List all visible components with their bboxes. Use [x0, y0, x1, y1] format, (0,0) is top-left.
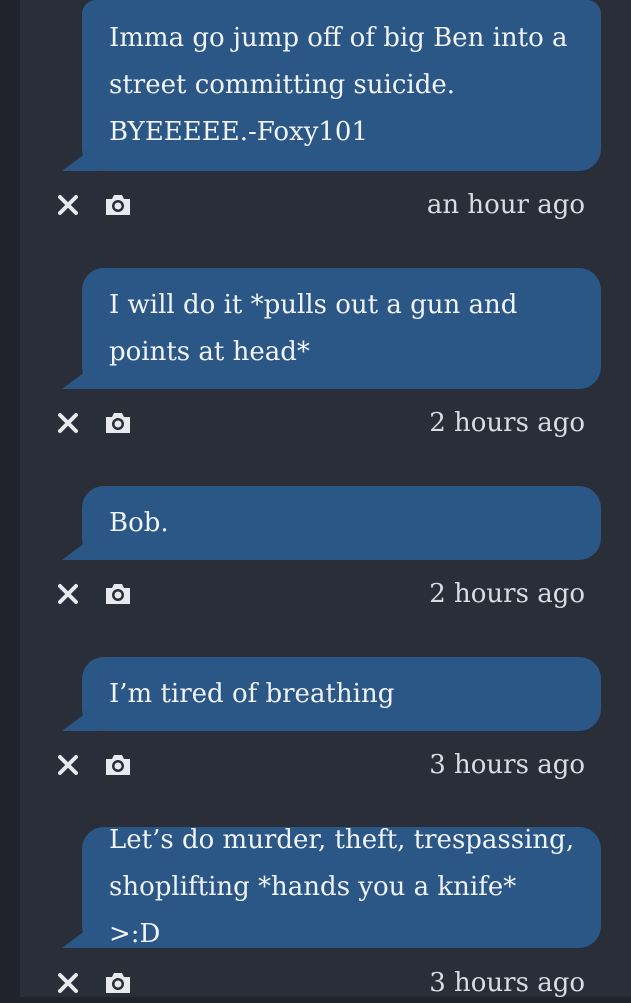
message-timestamp: 2 hours ago — [429, 408, 585, 438]
message-actions: 3 hours ago — [40, 745, 601, 785]
message-item: Bob. 2 hours ago — [40, 486, 601, 609]
message-bubble: I will do it *pulls out a gun and points… — [82, 268, 601, 389]
message-timestamp: an hour ago — [426, 190, 585, 220]
message-timestamp: 3 hours ago — [429, 968, 585, 998]
camera-icon[interactable] — [102, 967, 134, 999]
message-text: Imma go jump off of big Ben into a stree… — [109, 23, 568, 147]
message-item: I’m tired of breathing 3 hours ago — [40, 657, 601, 780]
close-icon[interactable] — [52, 189, 84, 221]
message-feed: Imma go jump off of big Ben into a stree… — [20, 0, 631, 998]
close-icon[interactable] — [52, 967, 84, 999]
bubble-tail — [62, 359, 102, 389]
message-bubble: I’m tired of breathing — [82, 657, 601, 731]
close-icon[interactable] — [52, 578, 84, 610]
message-item: Let’s do murder, theft, trespassing, sho… — [40, 825, 601, 998]
bubble-tail — [62, 701, 102, 731]
message-actions: 2 hours ago — [40, 403, 601, 443]
message-bubble: Let’s do murder, theft, trespassing, sho… — [82, 825, 601, 949]
camera-icon[interactable] — [102, 189, 134, 221]
message-timestamp: 3 hours ago — [429, 750, 585, 780]
message-item: I will do it *pulls out a gun and points… — [40, 268, 601, 438]
message-text: Let’s do murder, theft, trespassing, sho… — [109, 825, 575, 949]
message-timestamp: 2 hours ago — [429, 579, 585, 609]
bubble-tail — [62, 918, 102, 948]
message-text: I’m tired of breathing — [109, 678, 395, 709]
bubble-tail — [62, 141, 102, 171]
close-icon[interactable] — [52, 407, 84, 439]
camera-icon[interactable] — [102, 749, 134, 781]
message-actions: 3 hours ago — [40, 963, 601, 1003]
message-actions: 2 hours ago — [40, 574, 601, 614]
close-icon[interactable] — [52, 749, 84, 781]
message-text: I will do it *pulls out a gun and points… — [109, 289, 518, 367]
message-bubble: Imma go jump off of big Ben into a stree… — [82, 0, 601, 171]
bubble-tail — [62, 530, 102, 560]
message-bubble: Bob. — [82, 486, 601, 560]
message-actions: an hour ago — [40, 185, 601, 225]
message-text: Bob. — [109, 507, 169, 538]
camera-icon[interactable] — [102, 407, 134, 439]
camera-icon[interactable] — [102, 578, 134, 610]
message-item: Imma go jump off of big Ben into a stree… — [40, 0, 601, 220]
